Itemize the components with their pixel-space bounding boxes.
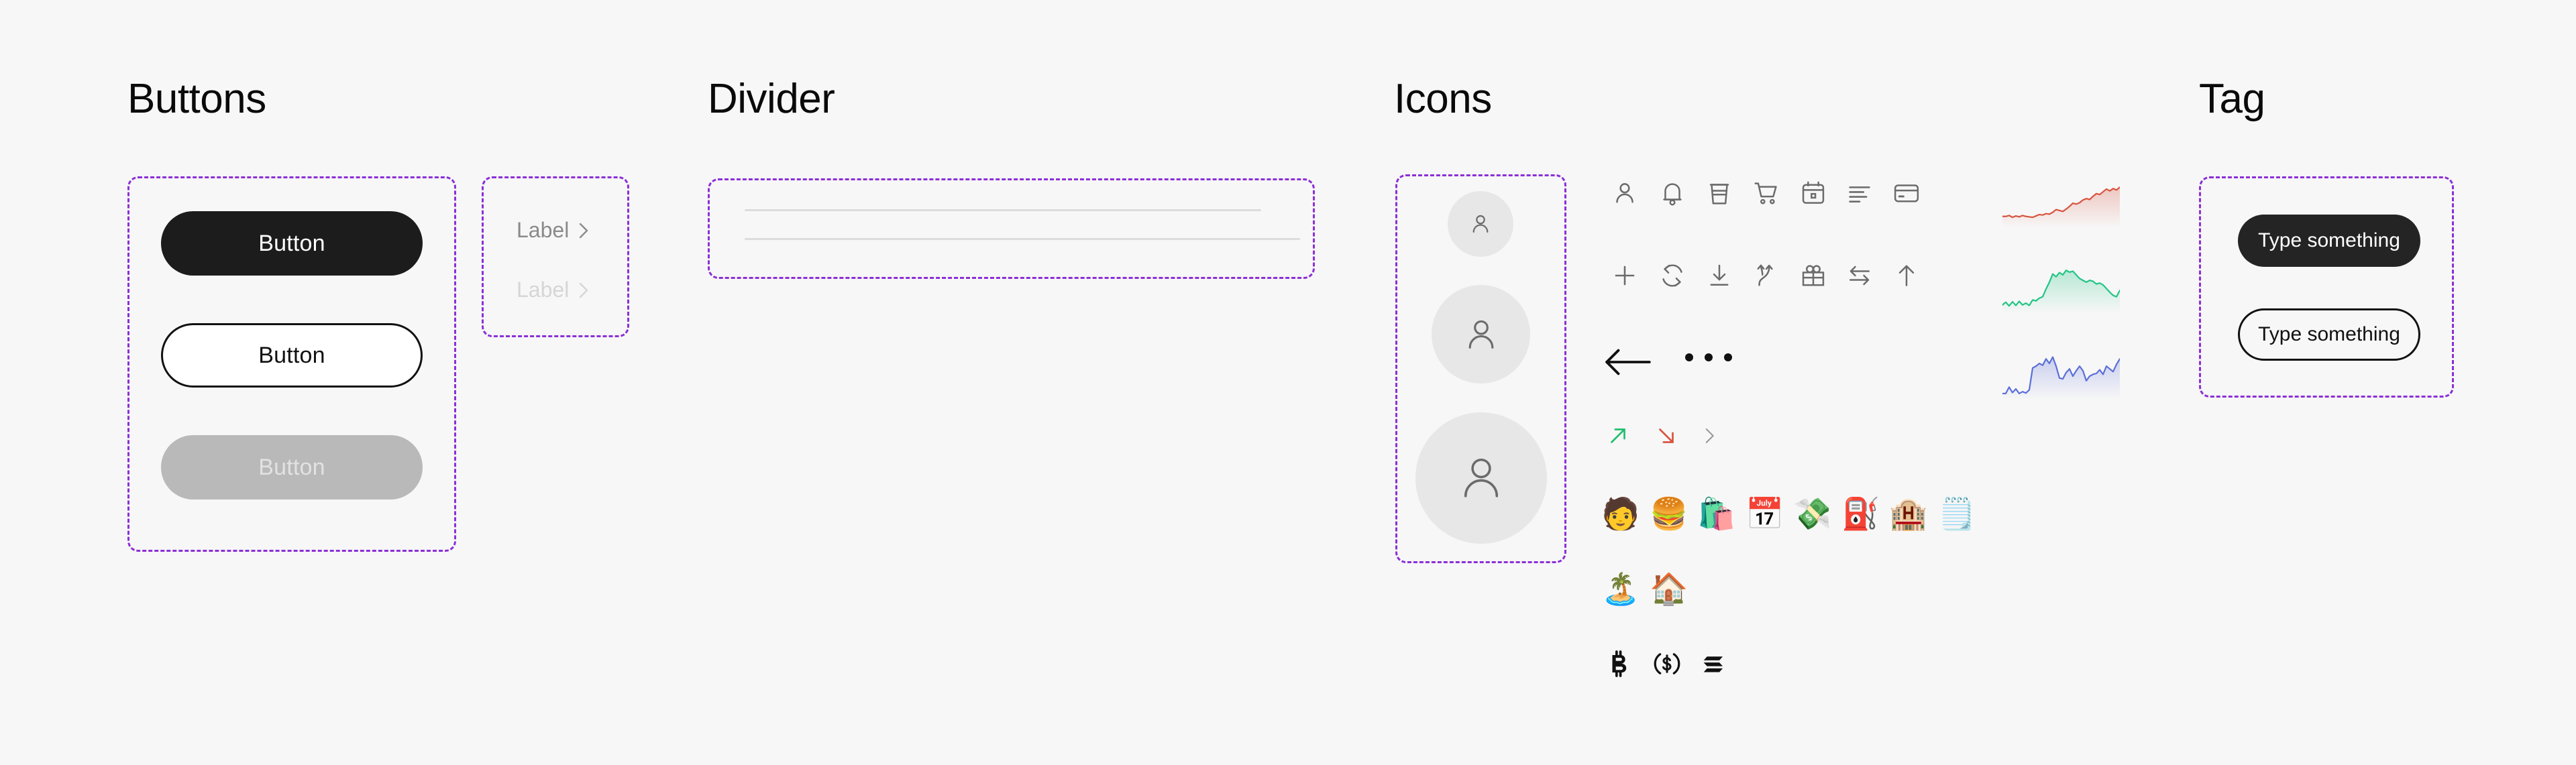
section-title-icons: Icons — [1394, 76, 1492, 122]
label-link-disabled: Label — [517, 278, 590, 302]
avatar-large[interactable] — [1415, 412, 1547, 544]
section-title-buttons: Buttons — [127, 76, 266, 122]
hotel-emoji: 🏨 — [1889, 495, 1928, 532]
hamburger-emoji: 🍔 — [1650, 495, 1688, 532]
calendar-emoji: 📅 — [1746, 495, 1784, 532]
tag-outline[interactable]: Type something — [2238, 308, 2420, 361]
button-primary[interactable]: Button — [161, 211, 423, 276]
divider-long — [745, 238, 1300, 240]
swap-arrows-icon[interactable] — [1842, 258, 1877, 293]
coffee-cup-icon[interactable] — [1702, 176, 1737, 211]
component-library-canvas: Buttons Divider Icons Tag Button Button … — [0, 0, 2576, 765]
ellipsis-icon[interactable] — [1685, 353, 1732, 361]
shuffle-icon[interactable] — [1749, 258, 1784, 293]
money-wings-emoji: 💸 — [1793, 495, 1832, 532]
chevron-right-icon — [1696, 422, 1723, 449]
download-icon[interactable] — [1702, 258, 1737, 293]
section-title-divider: Divider — [708, 76, 835, 122]
gift-icon[interactable] — [1796, 258, 1831, 293]
divider-annotation-frame — [708, 178, 1315, 279]
text-align-left-icon[interactable] — [1842, 176, 1877, 211]
tag-outline-label: Type something — [2258, 323, 2400, 345]
tag-annotation-frame — [2199, 176, 2454, 398]
avatar-medium[interactable] — [1432, 285, 1530, 384]
chevron-right-icon — [577, 221, 590, 240]
tag-filled[interactable]: Type something — [2238, 215, 2420, 267]
refresh-icon[interactable] — [1655, 258, 1690, 293]
button-secondary[interactable]: Button — [161, 323, 423, 388]
button-primary-label: Button — [258, 230, 325, 256]
desert-island-emoji: 🏝️ — [1601, 571, 1640, 607]
spiral-notepad-emoji: 🗒️ — [1937, 495, 1976, 532]
sparkline-green — [2001, 261, 2121, 314]
section-title-tag: Tag — [2199, 76, 2265, 122]
arrow-up-icon[interactable] — [1889, 258, 1924, 293]
button-secondary-label: Button — [258, 342, 325, 368]
tag-filled-label: Type something — [2258, 229, 2400, 251]
chevron-right-icon — [577, 281, 590, 300]
person-emoji: 🧑 — [1601, 495, 1640, 532]
arrow-left-icon[interactable] — [1601, 342, 1654, 382]
sparkline-red — [2001, 176, 2121, 228]
bell-icon[interactable] — [1655, 176, 1690, 211]
house-emoji: 🏠 — [1650, 571, 1688, 607]
label-link-default-text: Label — [517, 218, 570, 242]
calendar-icon[interactable] — [1796, 176, 1831, 211]
arrow-up-right-icon — [1605, 422, 1631, 449]
avatar-small[interactable] — [1448, 191, 1513, 257]
user-icon[interactable] — [1607, 176, 1642, 211]
shopping-cart-icon[interactable] — [1749, 176, 1784, 211]
divider-short — [745, 209, 1261, 211]
button-disabled: Button — [161, 435, 423, 499]
shopping-bags-emoji: 🛍️ — [1697, 495, 1736, 532]
plus-icon[interactable] — [1607, 258, 1642, 293]
usdc-icon — [1650, 647, 1684, 681]
credit-card-icon[interactable] — [1889, 176, 1924, 211]
label-link-default[interactable]: Label — [517, 218, 590, 243]
label-links-annotation-frame — [482, 176, 629, 337]
fuel-pump-emoji: ⛽ — [1841, 495, 1880, 532]
button-disabled-label: Button — [258, 454, 325, 480]
arrow-down-right-icon — [1653, 422, 1680, 449]
label-link-disabled-text: Label — [517, 278, 570, 302]
bitcoin-icon — [1603, 647, 1637, 681]
solana-icon — [1697, 647, 1731, 681]
sparkline-blue — [2001, 347, 2121, 400]
